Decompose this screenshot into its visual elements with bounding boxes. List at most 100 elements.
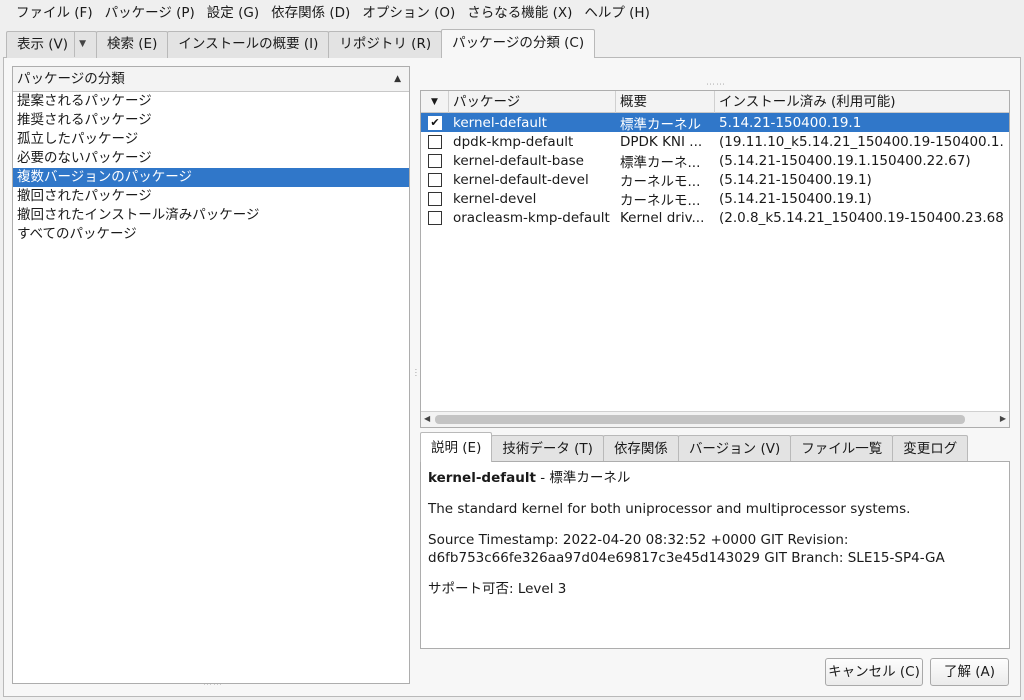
row-checkbox-cell [421,172,449,187]
tab-repositories-label: リポジトリ (R) [339,36,432,52]
classification-header-label: パッケージの分類 [17,71,125,87]
list-item-retracted[interactable]: 撤回されたパッケージ [13,187,409,206]
table-row[interactable]: kernel-default-devel カーネルモ... (5.14.21-150… [421,170,1009,190]
tab-repositories[interactable]: リポジトリ (R) [328,31,443,58]
tab-package-classification-label: パッケージの分類 (C) [452,35,585,51]
checkbox[interactable] [428,191,442,206]
tab-tech-data-label: 技術データ (T) [502,441,593,457]
tab-dependencies[interactable]: 依存関係 [602,435,679,462]
list-item-unneeded[interactable]: 必要のないパッケージ [13,149,409,168]
checkbox[interactable] [428,134,442,149]
tab-file-list-label: ファイル一覧 [801,441,883,457]
tab-view[interactable]: 表示 (V) ▼ [6,31,97,58]
package-table-header: ▼ パッケージ 概要 インストール済み (利用可能) [421,91,1009,113]
column-summary[interactable]: 概要 [616,91,715,113]
list-item-all[interactable]: すべてのパッケージ [13,225,409,244]
table-row[interactable]: dpdk-kmp-default DPDK KNI ... (19.11.10_k5… [421,132,1009,151]
checkbox[interactable] [428,172,442,187]
tab-dependencies-label: 依存関係 [613,441,668,457]
list-item-orphaned[interactable]: 孤立したパッケージ [13,130,409,149]
scroll-right-icon[interactable]: ▶ [1000,414,1006,423]
package-name: kernel-devel [453,190,537,207]
menubar: ファイル (F) パッケージ (P) 設定 (G) 依存関係 (D) オプション… [0,0,1024,26]
description-text: The standard kernel for both uniprocesso… [428,501,911,517]
tab-install-summary-label: インストールの概要 (I) [178,36,319,52]
splitter-grip-bottom[interactable]: ⋯⋯ [203,680,223,690]
package-version: (5.14.21-150400.19.1.150400.22.67) [719,152,971,169]
package-version: (5.14.21-150400.19.1) [719,190,872,207]
package-rows: ✔ kernel-default 標準カーネル 5.14.21-150400.19.1… [421,113,1009,227]
chevron-down-icon[interactable]: ▼ [74,32,86,57]
tab-search-label: 検索 (E) [106,36,158,52]
menu-help[interactable]: ヘルプ (H) [578,0,655,26]
row-checkbox-cell: ✔ [421,115,449,130]
support-level: サポート可否: Level 3 [428,581,567,597]
description-package-name: kernel-default [428,470,536,486]
source-line-2: d6fb753c66fe326aa97d04e69817c3e45d143029… [428,550,945,566]
source-info: Source Timestamp: 2022-04-20 08:32:52 +0… [428,531,1002,567]
package-name: kernel-default-devel [453,171,589,188]
package-name: dpdk-kmp-default [453,133,574,150]
chevron-down-icon[interactable]: ▼ [421,91,449,113]
row-checkbox-cell [421,134,449,149]
tab-package-classification[interactable]: パッケージの分類 (C) [441,29,596,58]
checkbox-checked[interactable]: ✔ [428,115,442,130]
list-item-suggested[interactable]: 提案されるパッケージ [13,92,409,111]
classification-list-header[interactable]: パッケージの分類 ▲ [13,67,409,92]
horizontal-scrollbar[interactable]: ◀ ▶ [421,411,1009,427]
package-version: 5.14.21-150400.19.1 [719,114,862,131]
package-summary: 標準カーネ... [620,154,701,171]
splitter-grip-top[interactable]: ⋯⋯ [706,80,726,90]
tab-search[interactable]: 検索 (E) [95,31,169,58]
package-version: (5.14.21-150400.19.1) [719,171,872,188]
menu-dependencies[interactable]: 依存関係 (D) [265,0,356,26]
source-line-1: Source Timestamp: 2022-04-20 08:32:52 +0… [428,532,849,548]
cancel-button[interactable]: キャンセル (C) [825,658,923,686]
package-name: kernel-default-base [453,152,584,169]
menu-options[interactable]: オプション (O) [356,0,461,26]
sort-up-icon: ▲ [394,74,401,84]
checkbox[interactable] [428,210,442,225]
list-item-retracted-installed[interactable]: 撤回されたインストール済みパッケージ [13,206,409,225]
package-summary: カーネルモ... [620,173,701,190]
checkbox[interactable] [428,153,442,168]
splitter-grip-vertical[interactable]: ⋯ [410,368,420,378]
package-version: (19.11.10_k5.14.21_150400.19-150400.1...… [719,133,1005,150]
column-installed[interactable]: インストール済み (利用可能) [715,91,1009,113]
package-summary: カーネルモ... [620,192,701,209]
tab-file-list[interactable]: ファイル一覧 [790,435,894,462]
scrollbar-thumb[interactable] [435,415,965,424]
description-package-summary: - 標準カーネル [535,470,631,486]
package-table: ▼ パッケージ 概要 インストール済み (利用可能) ✔ kernel-defau… [420,90,1010,428]
package-name: kernel-default [453,114,547,131]
table-row[interactable]: oracleasm-kmp-default Kernel driv... (2.0.… [421,208,1009,227]
tab-description-label: 説明 (E) [431,440,482,456]
tab-versions[interactable]: バージョン (V) [677,435,792,462]
tab-description[interactable]: 説明 (E) [420,432,493,462]
tab-changelog[interactable]: 変更ログ [892,435,969,462]
list-item-recommended[interactable]: 推奨されるパッケージ [13,111,409,130]
table-row[interactable]: kernel-default-base 標準カーネ... (5.14.21-1504… [421,151,1009,171]
classification-list: パッケージの分類 ▲ 提案されるパッケージ 推奨されるパッケージ 孤立したパッケ… [12,66,410,684]
tab-view-label: 表示 (V) [17,36,69,53]
scroll-left-icon[interactable]: ◀ [424,414,430,423]
ok-button[interactable]: 了解 (A) [930,658,1009,686]
description-panel: kernel-default - 標準カーネル The standard ker… [420,461,1010,649]
tab-tech-data[interactable]: 技術データ (T) [491,435,604,462]
package-summary: Kernel driv... [620,209,705,226]
tab-install-summary[interactable]: インストールの概要 (I) [167,31,330,58]
package-summary: 標準カーネル [620,116,701,133]
menu-settings[interactable]: 設定 (G) [201,0,265,26]
column-package[interactable]: パッケージ [449,91,616,113]
tab-versions-label: バージョン (V) [688,441,781,457]
list-item-multiversion[interactable]: 複数バージョンのパッケージ [13,168,409,187]
top-tab-bar: 表示 (V) ▼ 検索 (E) インストールの概要 (I) リポジトリ (R) パ… [6,29,596,58]
row-checkbox-cell [421,153,449,168]
table-row[interactable]: ✔ kernel-default 標準カーネル 5.14.21-150400.19.1 [421,113,1009,133]
package-name: oracleasm-kmp-default [453,209,610,226]
package-version: (2.0.8_k5.14.21_150400.19-150400.23.68) [719,209,1005,226]
menu-extras[interactable]: さらなる機能 (X) [461,0,578,26]
table-row[interactable]: kernel-devel カーネルモ... (5.14.21-150400.19.1… [421,189,1009,209]
menu-file[interactable]: ファイル (F) [10,0,99,26]
menu-package[interactable]: パッケージ (P) [99,0,201,26]
